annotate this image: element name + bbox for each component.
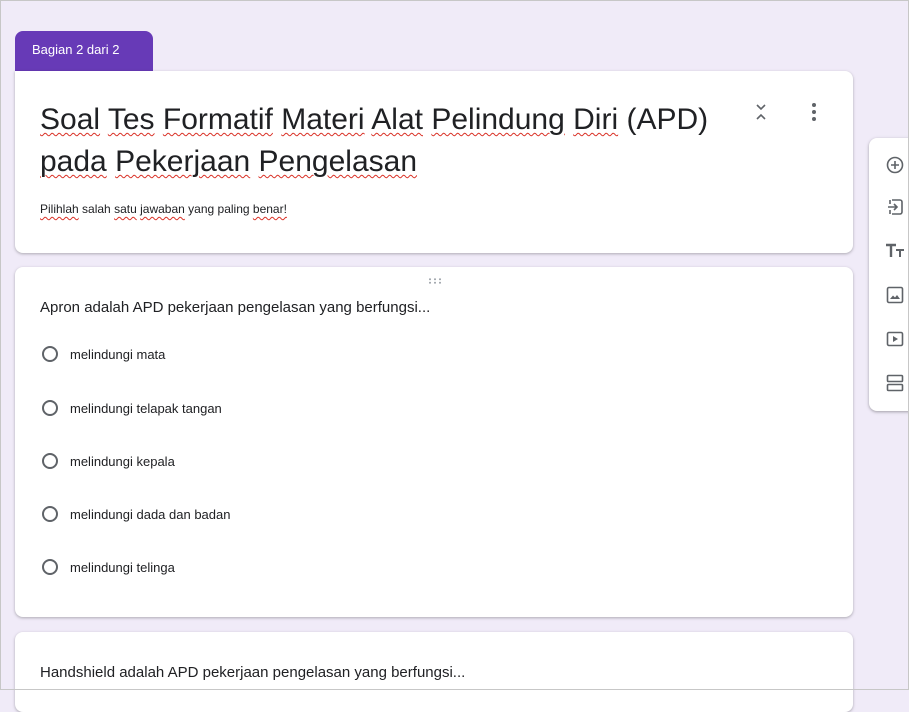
add-title-button[interactable] [883,239,907,263]
section-label: Bagian 2 dari 2 [32,42,120,57]
radio-button[interactable] [42,400,58,416]
more-vert-icon [812,103,816,121]
question-text[interactable]: Apron adalah APD pekerjaan pengelasan ya… [40,298,430,318]
add-title-icon [886,243,904,257]
add-section-button[interactable] [883,371,907,395]
radio-button[interactable] [42,346,58,362]
import-questions-icon [888,199,903,215]
form-description[interactable]: Pilihlah salah satu jawaban yang paling … [40,201,287,217]
collapse-section-button[interactable] [750,99,772,125]
add-image-icon [886,286,904,304]
question-card[interactable]: Handshield adalah APD pekerjaan pengelas… [15,632,853,712]
option-label: melindungi dada dan badan [70,506,231,522]
add-question-icon [886,156,904,174]
question-text[interactable]: Handshield adalah APD pekerjaan pengelas… [40,663,465,683]
form-title[interactable]: Soal Tes Formatif Materi Alat Pelindung … [40,99,740,183]
add-section-icon [886,374,904,392]
drag-handle-icon[interactable] [423,276,447,286]
radio-button[interactable] [42,506,58,522]
option-label: melindungi kepala [70,453,175,469]
collapse-icon [756,104,766,120]
floating-toolbar [869,138,909,411]
option-item[interactable]: melindungi kepala [42,450,175,472]
option-item[interactable]: melindungi telinga [42,556,175,578]
section-tab: Bagian 2 dari 2 [15,31,153,71]
radio-button[interactable] [42,453,58,469]
option-label: melindungi telinga [70,559,175,575]
option-item[interactable]: melindungi dada dan badan [42,503,230,525]
option-item[interactable]: melindungi telapak tangan [42,397,222,419]
form-title-card[interactable]: Soal Tes Formatif Materi Alat Pelindung … [15,71,853,253]
option-item[interactable]: melindungi mata [42,343,165,365]
add-image-button[interactable] [883,283,907,307]
option-label: melindungi mata [70,346,166,362]
import-questions-button[interactable] [883,195,907,219]
more-options-button[interactable] [803,99,825,125]
add-video-icon [886,331,904,347]
option-label: melindungi telapak tangan [70,400,222,416]
add-question-button[interactable] [883,153,907,177]
radio-button[interactable] [42,559,58,575]
add-video-button[interactable] [883,327,907,351]
question-card[interactable]: Apron adalah APD pekerjaan pengelasan ya… [15,267,853,617]
